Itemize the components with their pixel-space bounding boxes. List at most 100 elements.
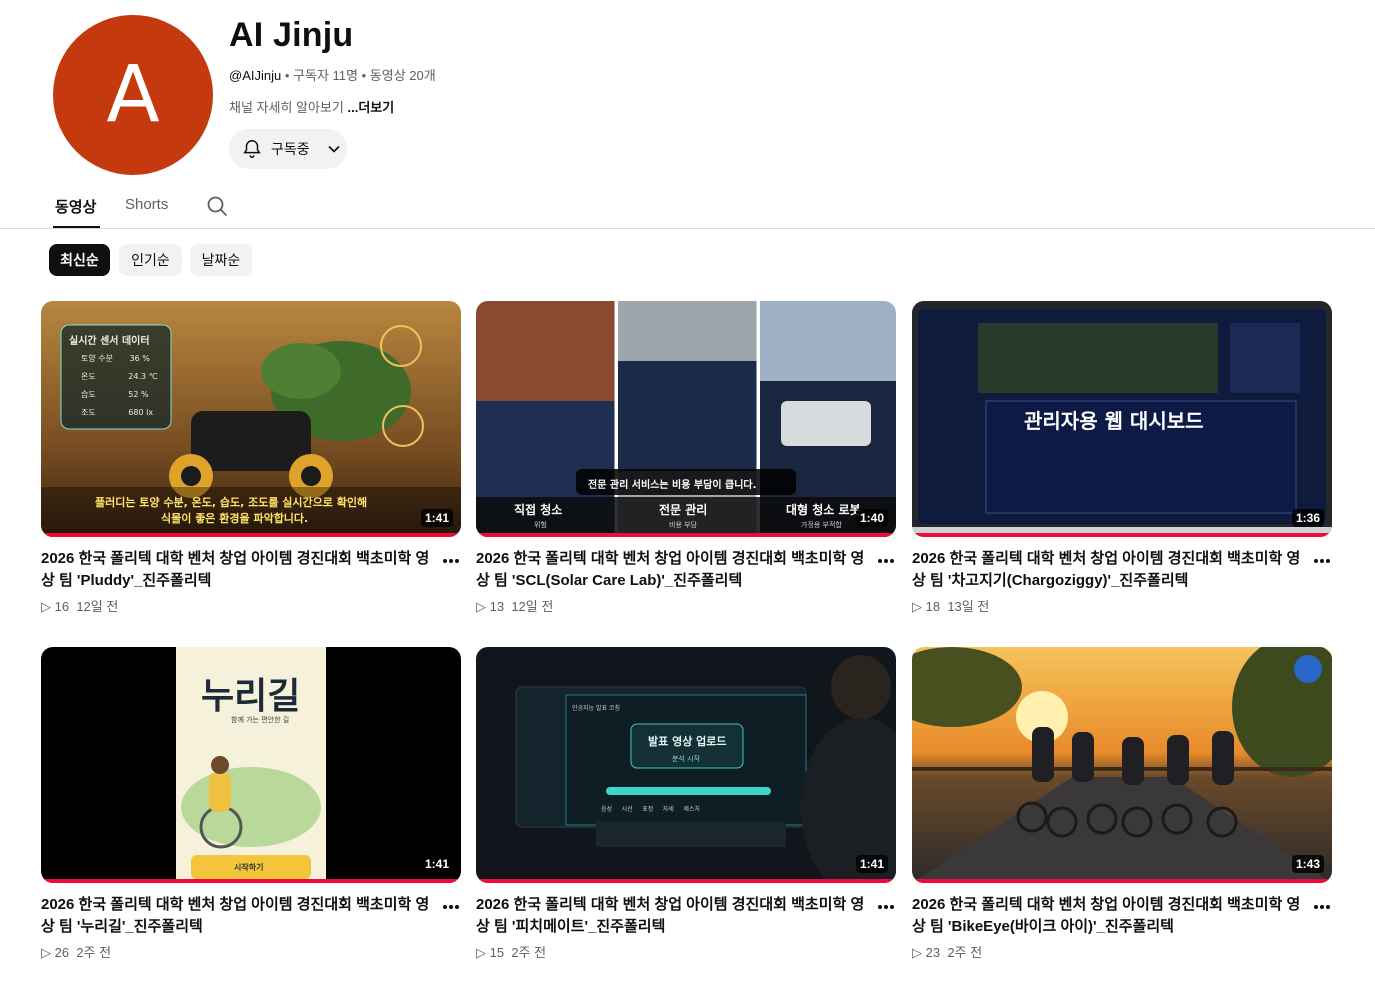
video-stats: ▷ 16 12일 전	[41, 599, 119, 614]
more-vert-icon[interactable]	[1312, 897, 1332, 917]
thumb-caption: 플러디는 토양 수분, 온도, 습도, 조도를 실시간으로 확인해	[95, 496, 368, 509]
subscriber-count: 구독자 11명	[293, 68, 358, 83]
thumb-tag: 표정	[642, 806, 654, 813]
video-card: 인공지능 발표 코칭 발표 영상 업로드 분석 시작 음성 시선 표정 자세 제…	[476, 647, 896, 960]
video-thumbnail[interactable]: 전문 관리 서비스는 비용 부담이 큽니다. 직접 청소 위험 전문 관리 비용…	[476, 301, 896, 537]
watch-progress	[912, 879, 1332, 883]
video-stats: ▷ 15 2주 전	[476, 945, 547, 960]
thumb-tag: 시선	[621, 806, 633, 813]
tab-underline	[53, 226, 100, 228]
video-thumbnail[interactable]: 1:43	[912, 647, 1332, 883]
thumb-tag: 자세	[662, 806, 674, 813]
watch-progress	[476, 879, 896, 883]
view-count: 16	[54, 599, 70, 614]
sensor-value: 680 lx	[128, 408, 154, 417]
view-count: 15	[489, 945, 505, 960]
view-count: 23	[925, 945, 941, 960]
more-link[interactable]: ...더보기	[348, 100, 395, 115]
upload-age: 2주 전	[511, 945, 547, 960]
video-title[interactable]: 2026 한국 폴리텍 대학 벤처 창업 아이템 경진대회 백초미학 영상 팀 …	[912, 548, 1307, 592]
sensor-label: 온도	[81, 372, 96, 381]
video-title[interactable]: 2026 한국 폴리텍 대학 벤처 창업 아이템 경진대회 백초미학 영상 팀 …	[476, 548, 871, 592]
watch-progress	[912, 533, 1332, 537]
more-vert-icon[interactable]	[876, 551, 896, 571]
channel-avatar[interactable]: A	[53, 15, 213, 175]
video-card: 1:43 2026 한국 폴리텍 대학 벤처 창업 아이템 경진대회 백초미학 …	[912, 647, 1332, 960]
duration-badge: 1:43	[1291, 855, 1324, 873]
tab-videos[interactable]: 동영상	[55, 196, 96, 217]
video-thumbnail[interactable]: 관리자용 웹 대시보드 1:36	[912, 301, 1332, 537]
channel-meta: @AIJinju • 구독자 11명 • 동영상 20개	[229, 65, 436, 84]
search-icon[interactable]	[205, 194, 229, 223]
thumb-window-title: 인공지능 발표 코칭	[572, 705, 620, 712]
video-thumbnail[interactable]: 누리길 함께 가는 편안한 길 시작하기 1:41	[41, 647, 461, 883]
upload-age: 13일 전	[947, 599, 990, 614]
subscribe-button[interactable]: 구독중	[229, 129, 347, 169]
video-title[interactable]: 2026 한국 폴리텍 대학 벤처 창업 아이템 경진대회 백초미학 영상 팀 …	[41, 894, 436, 938]
duration-badge: 1:41	[420, 509, 453, 527]
channel-tabs: 동영상 Shorts	[0, 186, 1375, 229]
thumb-tags: 음성 시선 표정 자세 제스처	[601, 804, 700, 813]
video-card: 누리길 함께 가는 편안한 길 시작하기 1:41 2026 한국 폴리텍 대학…	[41, 647, 461, 960]
duration-badge: 1:41	[420, 855, 453, 873]
duration-badge: 1:41	[855, 855, 888, 873]
sensor-value: 36 %	[129, 354, 150, 363]
thumb-tagline: 함께 가는 편안한 길	[231, 716, 290, 724]
channel-handle[interactable]: @AIJinju	[229, 68, 281, 83]
channel-description[interactable]: 채널 자세히 알아보기 ...더보기	[229, 97, 394, 116]
more-vert-icon[interactable]	[876, 897, 896, 917]
upload-age: 2주 전	[76, 945, 112, 960]
sensor-label: 습도	[81, 390, 96, 399]
bell-icon	[243, 140, 261, 158]
thumb-sublabel: 가정용 부적합	[801, 521, 842, 529]
video-thumbnail[interactable]: 실시간 센서 데이터 토양 수분 36 % 온도 24.3 ℃ 습도 52 % …	[41, 301, 461, 537]
video-stats: ▷ 26 2주 전	[41, 945, 112, 960]
chevron-down-icon	[328, 145, 340, 153]
upload-age: 2주 전	[947, 945, 983, 960]
thumb-label: 대형 청소 로봇	[786, 503, 861, 517]
view-count: 13	[489, 599, 505, 614]
chip-oldest[interactable]: 날짜순	[190, 244, 252, 276]
description-text: 채널 자세히 알아보기	[229, 100, 344, 115]
more-vert-icon[interactable]	[1312, 551, 1332, 571]
thumb-logo: 누리길	[201, 676, 301, 717]
video-card: 실시간 센서 데이터 토양 수분 36 % 온도 24.3 ℃ 습도 52 % …	[41, 301, 461, 614]
upload-age: 12일 전	[511, 599, 554, 614]
thumb-sublabel: 비용 부담	[669, 521, 697, 529]
video-card: 관리자용 웹 대시보드 1:36 2026 한국 폴리텍 대학 벤처 창업 아이…	[912, 301, 1332, 614]
thumb-button: 시작하기	[234, 863, 264, 872]
sensor-value: 24.3 ℃	[128, 372, 158, 381]
sensor-value: 52 %	[128, 390, 149, 399]
sensor-rows: 토양 수분 36 % 온도 24.3 ℃ 습도 52 % 조도 680 lx	[81, 350, 158, 422]
thumb-upload: 발표 영상 업로드	[648, 735, 727, 748]
thumb-upload-sub: 분석 시작	[672, 755, 700, 763]
video-stats: ▷ 18 13일 전	[912, 599, 990, 614]
thumb-sublabel: 위험	[534, 521, 547, 529]
chip-popular[interactable]: 인기순	[119, 244, 182, 276]
video-title[interactable]: 2026 한국 폴리텍 대학 벤처 창업 아이템 경진대회 백초미학 영상 팀 …	[912, 894, 1307, 938]
channel-name: AI Jinju	[229, 16, 354, 54]
thumb-label: 전문 관리	[659, 503, 708, 517]
thumb-banner: 전문 관리 서비스는 비용 부담이 큽니다.	[588, 480, 757, 491]
duration-badge: 1:36	[1291, 509, 1324, 527]
video-stats: ▷ 23 2주 전	[912, 945, 983, 960]
video-title[interactable]: 2026 한국 폴리텍 대학 벤처 창업 아이템 경진대회 백초미학 영상 팀 …	[476, 894, 871, 938]
video-title[interactable]: 2026 한국 폴리텍 대학 벤처 창업 아이템 경진대회 백초미학 영상 팀 …	[41, 548, 436, 592]
video-thumbnail[interactable]: 인공지능 발표 코칭 발표 영상 업로드 분석 시작 음성 시선 표정 자세 제…	[476, 647, 896, 883]
sensor-panel-title: 실시간 센서 데이터	[69, 336, 150, 347]
video-card: 전문 관리 서비스는 비용 부담이 큽니다. 직접 청소 위험 전문 관리 비용…	[476, 301, 896, 614]
avatar-letter: A	[106, 50, 160, 140]
more-vert-icon[interactable]	[441, 897, 461, 917]
view-count: 26	[54, 945, 70, 960]
thumb-tag: 제스처	[683, 806, 700, 813]
thumb-caption: 식물이 좋은 환경을 파악합니다.	[161, 512, 309, 525]
chip-latest[interactable]: 최신순	[49, 244, 110, 276]
meta-separator: •	[361, 68, 367, 83]
watch-progress	[476, 533, 896, 537]
thumb-headline: 관리자용 웹 대시보드	[1024, 409, 1204, 433]
duration-badge: 1:40	[855, 509, 888, 527]
watch-progress	[41, 879, 461, 883]
thumb-tag: 음성	[601, 806, 613, 813]
more-vert-icon[interactable]	[441, 551, 461, 571]
tab-shorts[interactable]: Shorts	[125, 196, 168, 213]
